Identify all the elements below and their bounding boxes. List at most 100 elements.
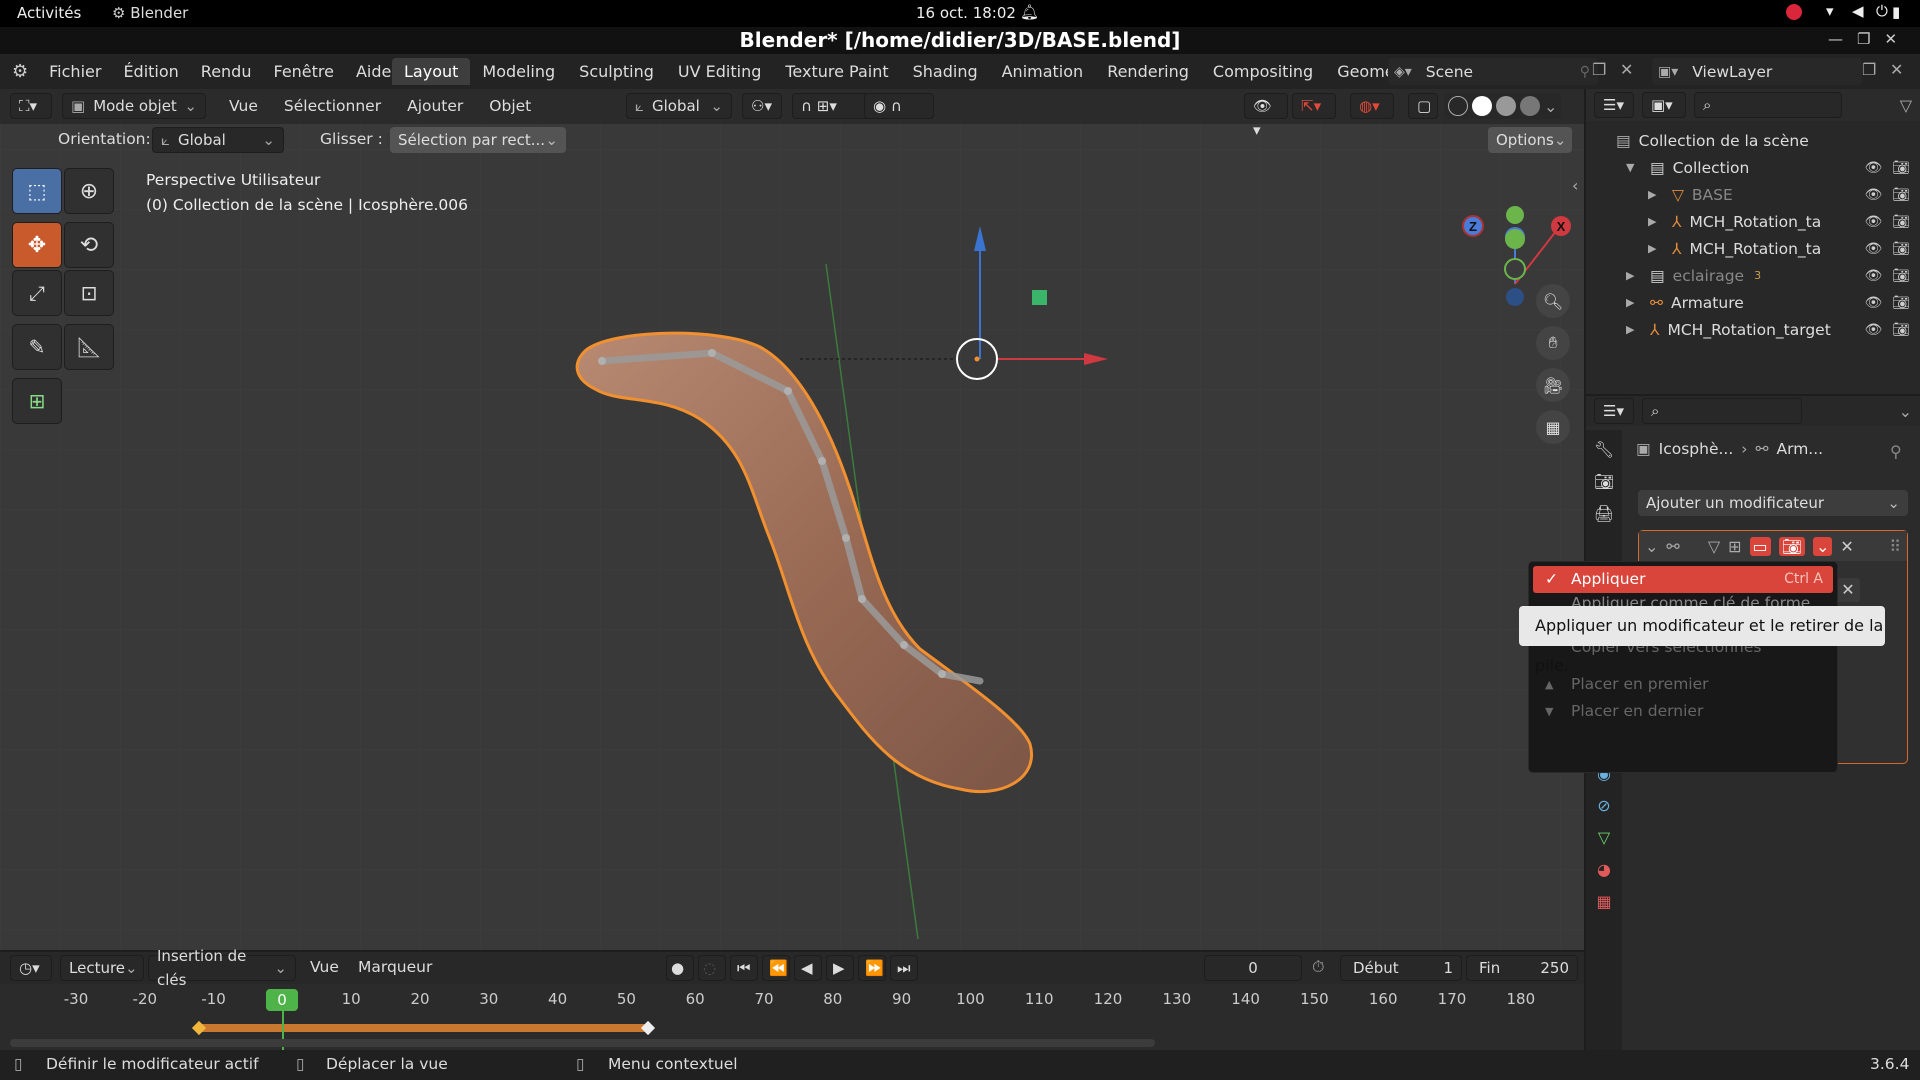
collapse-chevron-icon[interactable]: ▶ [1626, 269, 1642, 282]
3d-viewport[interactable]: Z X [0, 89, 1584, 950]
chevron-down-icon[interactable]: ⌄ [1544, 97, 1557, 116]
cage-icon[interactable]: ⊞ [1728, 537, 1741, 556]
outliner-item[interactable]: ▶ ⚯ Armature 👁︎ 📷︎ [1586, 289, 1920, 316]
eye-icon[interactable]: 👁︎ [1864, 295, 1882, 311]
clock[interactable]: 16 oct. 18:02 [916, 4, 1016, 22]
timeline-marker-menu[interactable]: Marqueur [358, 958, 432, 976]
viewport-menu-3[interactable]: Objet [478, 93, 542, 119]
workspace-tab-8[interactable]: Compositing [1201, 58, 1325, 85]
collapse-chevron-icon[interactable]: ▶ [1626, 323, 1642, 336]
edit-mode-icon[interactable]: ▽ [1708, 537, 1720, 556]
constraints-tab-icon[interactable]: ⊘ [1591, 792, 1617, 818]
camera-icon[interactable]: 📷︎ [1892, 187, 1910, 203]
camera-icon[interactable]: 📷︎ [1892, 295, 1910, 311]
pan-hand-icon[interactable]: ✋︎ [1536, 326, 1570, 360]
playhead[interactable]: 0 [266, 989, 298, 1011]
outliner-item[interactable]: ▶ ▽ BASE 👁︎ 📷︎ [1586, 181, 1920, 208]
timeline-editor-type[interactable]: ◷▾ [10, 955, 52, 981]
filter-icon[interactable]: ▽ [1900, 96, 1912, 115]
nav-y-circle[interactable] [1505, 229, 1525, 249]
cursor-tool[interactable]: ⊕ [64, 168, 114, 214]
playback-dropdown[interactable]: Lecture ⌄ [60, 955, 144, 981]
blender-menu-icon[interactable]: ⚙ [12, 61, 28, 82]
outliner-item[interactable]: ▶ ⅄ MCH_Rotation_ta 👁︎ 📷︎ [1586, 208, 1920, 235]
eye-icon[interactable]: 👁︎ [1864, 160, 1882, 176]
workspace-tab-0[interactable]: Layout [392, 58, 471, 85]
data-tab-icon[interactable]: ▽ [1591, 824, 1617, 850]
camera-icon[interactable]: 🎥︎ [1536, 368, 1570, 402]
viewport-menu-1[interactable]: Sélectionner [273, 93, 392, 119]
eye-icon[interactable]: 👁︎ [1864, 268, 1882, 284]
camera-icon[interactable]: 📷︎ [1892, 214, 1910, 230]
material-tab-icon[interactable]: ◕ [1591, 856, 1617, 882]
eye-icon[interactable]: 👁︎ [1864, 322, 1882, 338]
outliner-item[interactable]: ▶ ⅄ MCH_Rotation_ta 👁︎ 📷︎ [1586, 235, 1920, 262]
render-tab-icon[interactable]: 📷︎ [1591, 468, 1617, 494]
maximize-icon[interactable]: ❐ [1857, 30, 1870, 48]
modifier-dropdown-icon[interactable]: ⌄ [1812, 536, 1833, 556]
camera-icon[interactable]: 📷︎ [1892, 160, 1910, 176]
pin-icon[interactable]: ⚲ [1580, 64, 1590, 80]
overlay-toggle[interactable]: ◍▾ [1350, 93, 1394, 119]
viewport-menu-2[interactable]: Ajouter [396, 93, 474, 119]
gizmo-toggle[interactable]: ⇱▾ [1292, 93, 1336, 119]
move-tool[interactable]: ✥ [12, 222, 62, 268]
collapse-chevron-icon[interactable]: ▶ [1626, 296, 1642, 309]
workspace-tab-2[interactable]: Sculpting [567, 58, 666, 85]
collapse-chevron-icon[interactable]: ▶ [1648, 188, 1664, 201]
eye-icon[interactable]: 👁︎ [1864, 241, 1882, 257]
texture-tab-icon[interactable]: ▦ [1591, 888, 1617, 914]
drag-selection-dropdown[interactable]: Sélection par rect... ⌄ [390, 127, 566, 153]
options-dropdown[interactable]: Options ⌄ [1488, 127, 1572, 153]
close-icon[interactable]: ✕ [1884, 30, 1897, 48]
jump-start-icon[interactable]: ⏮ [730, 955, 758, 981]
editor-type-dropdown[interactable]: ⛶▾ [10, 93, 52, 119]
material-shading-icon[interactable] [1496, 96, 1516, 116]
measure-tool[interactable]: 📐︎ [64, 324, 114, 370]
xray-toggle[interactable]: ▢ [1408, 93, 1438, 119]
eye-icon[interactable]: 👁︎ [1864, 187, 1882, 203]
perspective-grid-icon[interactable]: ▦ [1536, 410, 1570, 444]
workspace-tab-1[interactable]: Modeling [470, 58, 567, 85]
camera-icon[interactable]: 📷︎ [1892, 241, 1910, 257]
volume-icon[interactable]: ◀ [1852, 2, 1864, 20]
play-icon[interactable]: ▶ [826, 955, 854, 981]
end-frame-field[interactable]: Fin 250 [1466, 955, 1578, 981]
gizmo-plane-handle[interactable] [1032, 290, 1047, 305]
auto-keying-icon[interactable]: ◌ [698, 955, 726, 981]
context-menu-item[interactable]: ✓ Appliquer Ctrl A [1533, 566, 1833, 593]
workspace-tab-7[interactable]: Rendering [1095, 58, 1201, 85]
eye-icon[interactable]: 👁︎ [1864, 214, 1882, 230]
start-frame-field[interactable]: Début 1 [1340, 955, 1462, 981]
record-icon[interactable]: ● [666, 955, 694, 981]
proportional-editing-dropdown[interactable]: ◉ ∩ [864, 93, 934, 119]
camera-icon[interactable]: 📷︎ [1892, 268, 1910, 284]
orientation-dropdown[interactable]: ⟀ Global ⌄ [152, 127, 284, 153]
display-mode-dropdown[interactable]: ▣▾ [1642, 92, 1686, 118]
keying-dropdown[interactable]: Insertion de clés ⌄ [148, 947, 296, 989]
collapse-chevron-icon[interactable]: ⌄ [1645, 537, 1658, 556]
delete-viewlayer-icon[interactable]: ✕ [1890, 60, 1903, 79]
workspace-tab-3[interactable]: UV Editing [666, 58, 773, 85]
context-menu-item[interactable]: Appliquer comme clé de forme [1529, 593, 1837, 607]
render-display-icon[interactable]: 📷︎ [1778, 536, 1805, 556]
transform-tool[interactable]: ⊡ [64, 270, 114, 316]
tool-tab-icon[interactable]: 🔧︎ [1591, 436, 1617, 462]
play-reverse-icon[interactable]: ◀ [794, 955, 822, 981]
workspace-tab-6[interactable]: Animation [990, 58, 1096, 85]
rotate-tool[interactable]: ⟲ [64, 222, 114, 268]
new-scene-icon[interactable]: ❐ [1592, 60, 1606, 79]
collapse-chevron-icon[interactable]: ▶ [1648, 242, 1664, 255]
collapse-chevron-icon[interactable]: ▶ [1648, 215, 1664, 228]
next-keyframe-icon[interactable]: ⏩ [858, 955, 886, 981]
sidebar-toggle-icon[interactable]: ‹ [1572, 176, 1578, 195]
annotate-tool[interactable]: ✎ [12, 324, 62, 370]
timeline-ruler[interactable]: -30 -20 -10 0 10 20 30 40 50 60 70 80 90 100 110 120 130… [0, 990, 1584, 1012]
expand-chevron-icon[interactable]: ▼ [1626, 161, 1642, 174]
activities-button[interactable]: Activités [17, 4, 81, 22]
workspace-tab-5[interactable]: Shading [901, 58, 990, 85]
chevron-down-icon[interactable]: ⌄ [1899, 402, 1912, 421]
minimize-icon[interactable]: — [1828, 30, 1843, 48]
current-frame-field[interactable]: 0 [1204, 955, 1302, 981]
drag-handle-icon[interactable]: ⠿ [1889, 537, 1901, 556]
